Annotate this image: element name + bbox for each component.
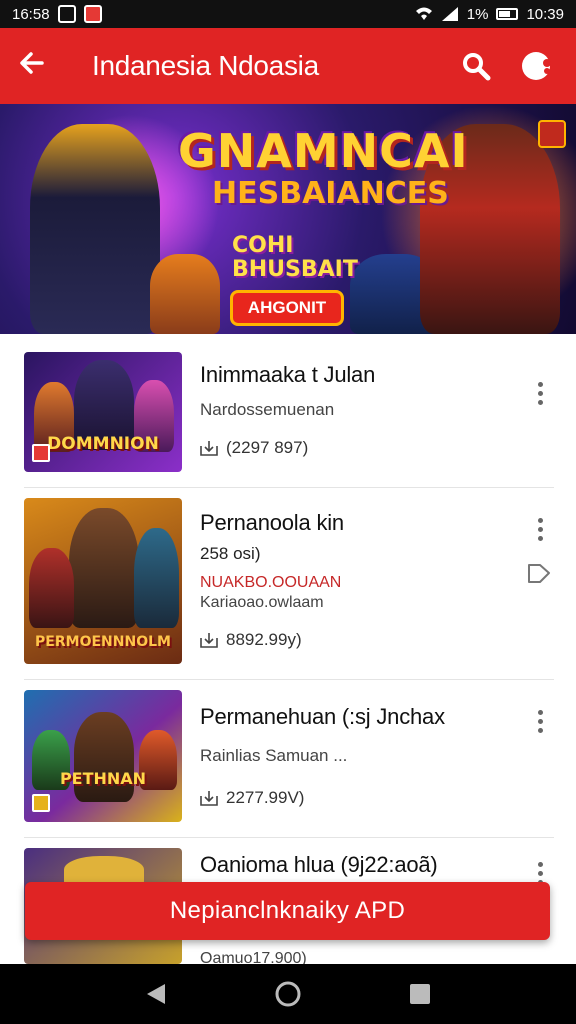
square-recents-icon[interactable] <box>400 974 440 1014</box>
thumb-caption: DOMMNION <box>47 434 159 454</box>
more-options-icon[interactable] <box>526 512 554 546</box>
game-name: Permanehuan (:sj Jnchax <box>200 704 445 729</box>
banner-badge-icon <box>538 120 566 148</box>
game-thumbnail[interactable]: PETHNAN <box>24 690 182 822</box>
arrow-left-icon[interactable] <box>18 49 58 83</box>
banner-small-logo: COHI BHUSBAIT <box>232 234 358 282</box>
banner-small-line2: BHUSBAIT <box>232 257 358 282</box>
game-price: 258 osi) <box>200 544 261 563</box>
thumb-figure <box>74 712 134 802</box>
status-time-right: 10:39 <box>526 5 564 23</box>
game-info: Permanehuan (:sj Jnchax Rainlias Samuan … <box>200 704 514 808</box>
status-bar: 16:58 1% 10:39 <box>0 0 576 28</box>
battery-percent: 1% <box>466 5 489 23</box>
app-notification-icon <box>83 5 102 23</box>
game-subtitle: Kariaoao.owlaam <box>200 594 324 611</box>
game-name: Pernanoola kin <box>200 510 344 535</box>
thumb-caption: PERMOENNNOLM <box>35 634 171 650</box>
more-options-icon[interactable] <box>526 704 554 738</box>
game-subtitle: Nardossemuenan <box>200 400 335 419</box>
download-icon <box>200 633 218 648</box>
banner-cta-button[interactable]: AHGONIT <box>230 290 344 326</box>
banner-small-line1: COHI <box>232 233 294 258</box>
status-left: 16:58 <box>12 5 102 23</box>
game-name: Inimmaaka t Julan <box>200 362 376 387</box>
game-downloads: (2297 897) <box>200 438 514 458</box>
primary-action-button[interactable]: Nepianclnknaiky APD <box>25 882 550 940</box>
thumb-figure <box>134 528 179 628</box>
thumb-figure <box>69 508 139 628</box>
status-right: 1% 10:39 <box>415 6 564 23</box>
gallery-icon <box>57 5 76 23</box>
thumb-caption: PETHNAN <box>59 769 147 788</box>
page-title: Indanesia Ndoasia <box>92 50 319 81</box>
circle-home-icon[interactable] <box>268 974 308 1014</box>
hero-left-figure <box>30 124 160 334</box>
download-count: 2277.99V) <box>226 788 305 807</box>
banner-subtitle: HESBAIANCES <box>212 176 449 211</box>
game-thumbnail[interactable]: PERMOENNNOLM <box>24 498 182 664</box>
banner-title: GNAMNCAI <box>178 124 469 178</box>
game-thumbnail[interactable]: DOMMNION <box>24 352 182 472</box>
share-icon[interactable] <box>526 560 552 586</box>
status-time-left: 16:58 <box>12 5 50 23</box>
system-nav-bar <box>0 964 576 1024</box>
game-name: Oanioma hlua (9j22:aoã) <box>200 852 438 877</box>
thumb-figure <box>29 548 74 628</box>
game-downloads: 2277.99V) <box>200 788 514 808</box>
list-item[interactable]: PERMOENNNOLM Pernanoola kin 258 osi) NUA… <box>24 498 554 680</box>
list-item[interactable]: PETHNAN Permanehuan (:sj Jnchax Rainlias… <box>24 690 554 838</box>
wifi-icon <box>415 7 432 20</box>
game-info: Inimmaaka t Julan Nardossemuenan (2297 8… <box>200 362 514 458</box>
hero-small-figure <box>150 254 220 334</box>
download-icon <box>200 441 218 456</box>
more-options-icon[interactable] <box>526 376 554 410</box>
game-promo: NUAKBO.OOUAAN <box>200 574 342 591</box>
app-bar: Indanesia Ndoasia <box>0 28 576 104</box>
triangle-back-icon[interactable] <box>136 974 176 1014</box>
download-icon <box>200 791 218 806</box>
search-icon[interactable] <box>454 44 498 88</box>
promo-banner[interactable]: GNAMNCAI HESBAIANCES COHI BHUSBAIT AHGON… <box>0 104 576 334</box>
battery-icon <box>496 8 519 20</box>
game-info: Pernanoola kin 258 osi) NUAKBO.OOUAAN Ka… <box>200 510 514 650</box>
cell-signal-icon <box>441 7 458 21</box>
game-subtitle: Rainlias Samuan ... <box>200 746 348 765</box>
rating-tag-icon <box>32 794 50 812</box>
download-count: 8892.99y) <box>226 630 302 649</box>
download-count: (2297 897) <box>226 438 309 457</box>
list-item[interactable]: DOMMNION Inimmaaka t Julan Nardossemuena… <box>24 352 554 488</box>
rating-tag-icon <box>32 444 50 462</box>
game-downloads: 8892.99y) <box>200 630 514 650</box>
menu-icon[interactable] <box>514 44 558 88</box>
